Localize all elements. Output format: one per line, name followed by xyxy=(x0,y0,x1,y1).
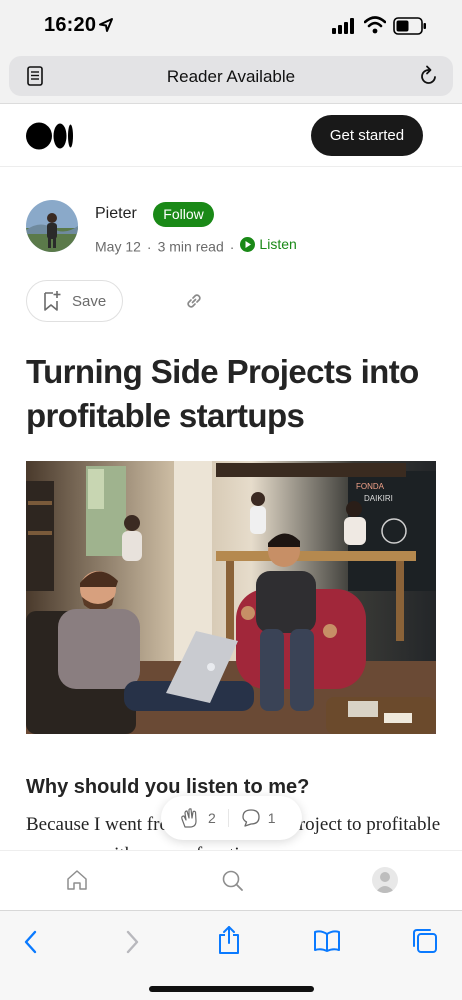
comment-icon xyxy=(242,809,260,827)
profile-avatar[interactable] xyxy=(372,867,398,893)
svg-text:FONDA: FONDA xyxy=(356,482,385,491)
play-icon xyxy=(240,236,256,252)
status-bar: 16:20 xyxy=(0,0,462,52)
listen-button[interactable]: Listen xyxy=(240,236,297,252)
clap-count: 2 xyxy=(208,810,216,826)
share-icon[interactable] xyxy=(216,925,242,955)
article-meta: May 12 · 3 min read · Listen xyxy=(95,236,297,255)
location-arrow-icon xyxy=(99,18,113,32)
home-indicator xyxy=(149,986,314,992)
responses-button[interactable]: 1 xyxy=(241,808,276,828)
profile-icon xyxy=(375,872,395,893)
listen-label: Listen xyxy=(259,236,297,252)
engagement-divider xyxy=(227,809,229,827)
forward-icon[interactable] xyxy=(123,929,141,955)
get-started-button[interactable]: Get started xyxy=(311,115,423,156)
clap-icon xyxy=(181,808,197,828)
response-count: 1 xyxy=(267,810,276,826)
save-label: Save xyxy=(72,292,107,310)
reload-icon[interactable] xyxy=(419,65,439,87)
meta-separator: · xyxy=(229,238,235,255)
hero-image: FONDA DAIKIRI xyxy=(26,461,436,734)
meta-separator: · xyxy=(146,238,152,255)
status-time: 16:20 xyxy=(44,14,97,36)
link-icon[interactable] xyxy=(184,291,204,311)
medium-logo-icon[interactable] xyxy=(26,122,74,150)
follow-button[interactable]: Follow xyxy=(153,202,214,227)
hero-photo: FONDA DAIKIRI xyxy=(26,461,436,734)
read-time: 3 min read xyxy=(157,238,224,255)
address-bar[interactable]: Reader Available xyxy=(9,56,453,96)
battery-icon xyxy=(393,17,426,35)
article-title: Turning Side Projects into profitable st… xyxy=(26,353,419,434)
medium-header: Get started xyxy=(0,105,462,167)
address-text[interactable]: Reader Available xyxy=(9,67,453,87)
address-bar-container: Reader Available xyxy=(0,52,462,104)
clap-button[interactable]: 2 xyxy=(179,807,216,829)
bookmark-add-icon xyxy=(44,291,61,311)
author-name[interactable]: Pieter xyxy=(95,205,137,223)
author-avatar-image xyxy=(26,200,78,252)
search-icon[interactable] xyxy=(221,869,245,893)
svg-text:DAIKIRI: DAIKIRI xyxy=(364,494,393,503)
tabs-icon[interactable] xyxy=(411,927,439,955)
home-icon[interactable] xyxy=(64,867,90,893)
bottom-nav xyxy=(0,850,462,910)
engagement-bar: 2 1 xyxy=(161,796,302,840)
publish-date: May 12 xyxy=(95,238,141,255)
wifi-icon xyxy=(364,16,386,34)
bookmarks-icon[interactable] xyxy=(313,929,341,953)
save-button[interactable]: Save xyxy=(26,280,123,322)
safari-toolbar xyxy=(0,910,462,1000)
back-icon[interactable] xyxy=(22,929,40,955)
cellular-signal-icon xyxy=(332,18,354,34)
author-avatar[interactable] xyxy=(26,200,78,252)
